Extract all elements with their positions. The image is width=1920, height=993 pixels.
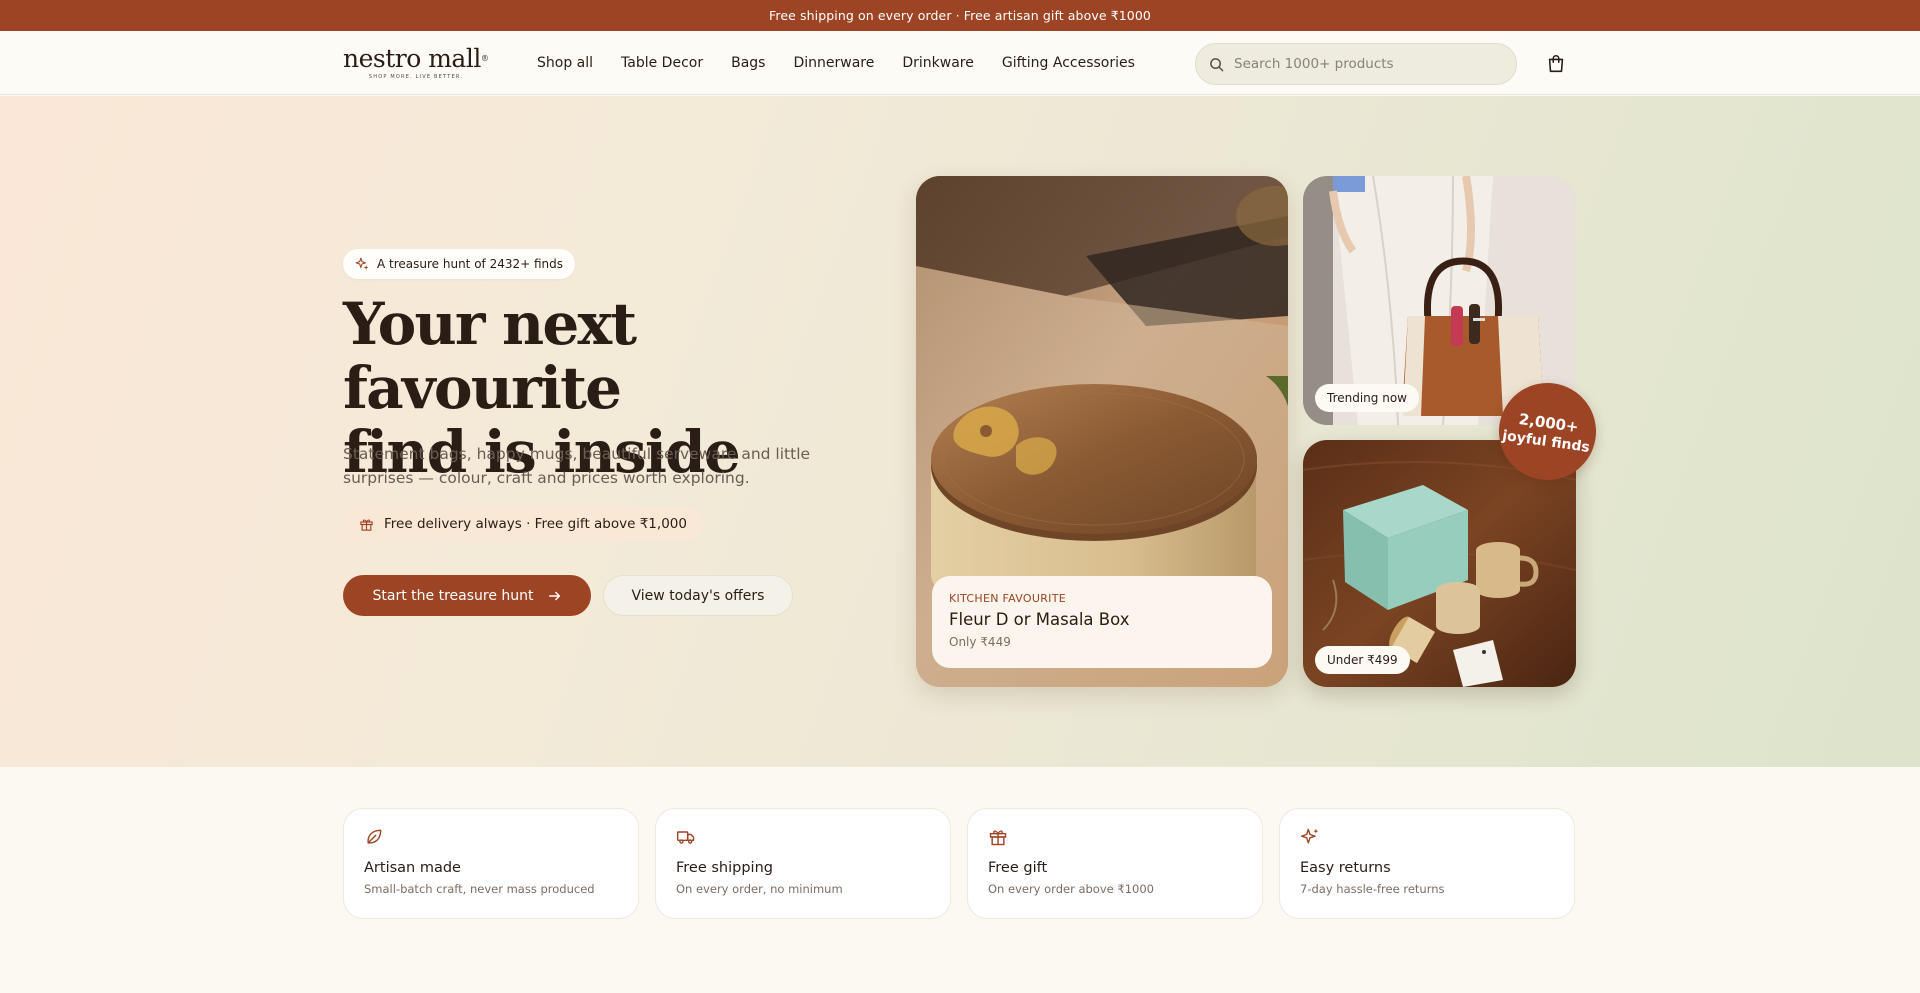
nav-bags[interactable]: Bags bbox=[731, 55, 765, 71]
shopping-bag-icon[interactable] bbox=[1545, 53, 1567, 75]
features-row: Artisan made Small-batch craft, never ma… bbox=[343, 808, 1575, 919]
hero-section: A treasure hunt of 2432+ finds Your next… bbox=[0, 96, 1920, 767]
trending-now-tag: Trending now bbox=[1315, 384, 1419, 412]
navbar: nestro mall® SHOP MORE. LIVE BETTER. Sho… bbox=[0, 31, 1920, 95]
search-icon bbox=[1210, 57, 1224, 71]
logo-name: nestro mall bbox=[343, 44, 481, 73]
sparkle-icon bbox=[1300, 828, 1319, 844]
nav-drinkware[interactable]: Drinkware bbox=[902, 55, 974, 71]
view-offers-button[interactable]: View today's offers bbox=[603, 575, 793, 616]
search-input[interactable] bbox=[1234, 56, 1494, 72]
nav-table-decor[interactable]: Table Decor bbox=[621, 55, 703, 71]
feature-desc: Small-batch craft, never mass produced bbox=[364, 882, 595, 896]
nav-gifting-accessories[interactable]: Gifting Accessories bbox=[1002, 55, 1135, 71]
logo[interactable]: nestro mall® SHOP MORE. LIVE BETTER. bbox=[343, 46, 493, 80]
featured-product-panel: KITCHEN FAVOURITE Fleur D or Masala Box … bbox=[932, 576, 1272, 668]
feature-desc: On every order, no minimum bbox=[676, 882, 843, 896]
delivery-pill: Free delivery always · Free gift above ₹… bbox=[343, 507, 703, 541]
feature-free-gift: Free gift On every order above ₹1000 bbox=[967, 808, 1263, 919]
feature-desc: 7-day hassle-free returns bbox=[1300, 882, 1445, 896]
nav-shop-all[interactable]: Shop all bbox=[537, 55, 593, 71]
hero-subtitle: Statement bags, happy mugs, beautiful se… bbox=[343, 445, 811, 487]
sparkle-icon bbox=[355, 257, 369, 270]
feature-title: Easy returns bbox=[1300, 860, 1391, 876]
feature-artisan-made: Artisan made Small-batch craft, never ma… bbox=[343, 808, 639, 919]
gift-icon bbox=[989, 830, 1007, 846]
search-bar[interactable] bbox=[1195, 43, 1517, 85]
feature-desc: On every order above ₹1000 bbox=[988, 882, 1154, 896]
feature-title: Free shipping bbox=[676, 860, 773, 876]
hero-title-line1: Your next favourite bbox=[343, 290, 637, 422]
start-treasure-hunt-label: Start the treasure hunt bbox=[372, 587, 534, 604]
feature-title: Artisan made bbox=[364, 860, 461, 876]
featured-product-price: Only ₹449 bbox=[949, 635, 1011, 649]
main-nav: Shop all Table Decor Bags Dinnerware Dri… bbox=[537, 31, 1135, 94]
promo-text: Free shipping on every order · Free arti… bbox=[769, 8, 1151, 23]
featured-product-kicker: KITCHEN FAVOURITE bbox=[949, 592, 1066, 605]
truck-icon bbox=[676, 831, 695, 844]
delivery-text: Free delivery always · Free gift above ₹… bbox=[384, 516, 687, 532]
arrow-right-icon bbox=[548, 591, 560, 600]
hero-badge-text: A treasure hunt of 2432+ finds bbox=[377, 257, 564, 271]
gift-icon bbox=[360, 519, 373, 531]
feature-free-shipping: Free shipping On every order, no minimum bbox=[655, 808, 951, 919]
promo-bar: Free shipping on every order · Free arti… bbox=[0, 0, 1920, 31]
featured-product-name: Fleur D or Masala Box bbox=[949, 610, 1130, 629]
start-treasure-hunt-button[interactable]: Start the treasure hunt bbox=[343, 575, 591, 616]
nav-dinnerware[interactable]: Dinnerware bbox=[793, 55, 874, 71]
logo-tagline: SHOP MORE. LIVE BETTER. bbox=[368, 74, 464, 80]
feature-easy-returns: Easy returns 7-day hassle-free returns bbox=[1279, 808, 1575, 919]
featured-product-card[interactable]: KITCHEN FAVOURITE Fleur D or Masala Box … bbox=[916, 176, 1288, 687]
under-499-tag: Under ₹499 bbox=[1315, 646, 1410, 674]
feature-title: Free gift bbox=[988, 860, 1048, 876]
leaf-icon bbox=[367, 829, 382, 844]
hero-badge: A treasure hunt of 2432+ finds bbox=[343, 249, 576, 279]
